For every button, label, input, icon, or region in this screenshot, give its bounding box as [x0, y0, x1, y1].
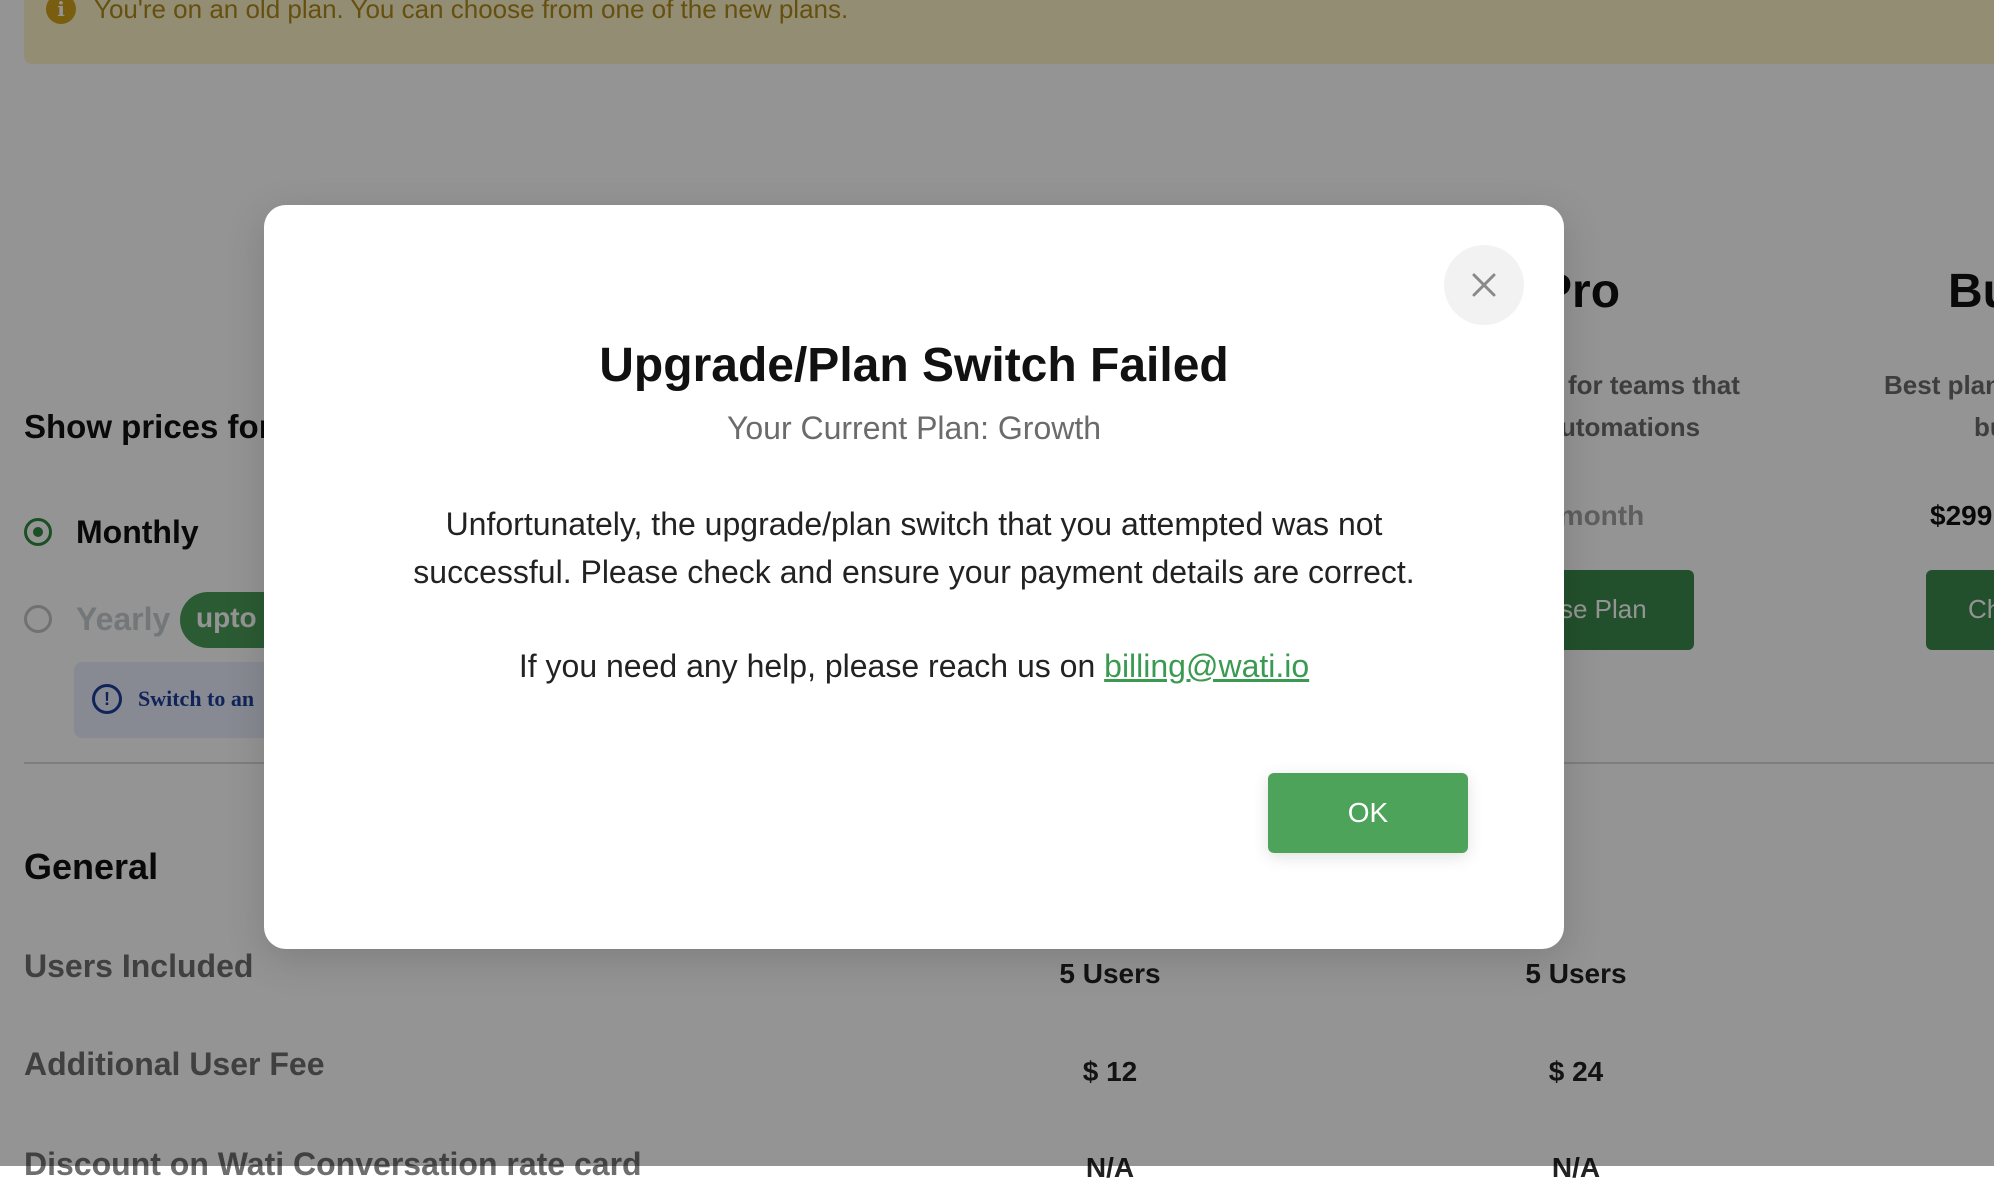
help-text: If you need any help, please reach us on…	[264, 648, 1564, 685]
close-button[interactable]	[1444, 245, 1524, 325]
billing-email-link[interactable]: billing@wati.io	[1104, 648, 1309, 684]
dialog-message: Unfortunately, the upgrade/plan switch t…	[413, 506, 1415, 590]
ok-button[interactable]: OK	[1268, 773, 1468, 853]
help-prefix: If you need any help, please reach us on	[518, 648, 1105, 684]
close-icon	[1472, 273, 1496, 297]
current-plan-label: Your Current Plan: Growth	[726, 410, 1102, 446]
dialog-title: Upgrade/Plan Switch Failed	[599, 339, 1229, 392]
